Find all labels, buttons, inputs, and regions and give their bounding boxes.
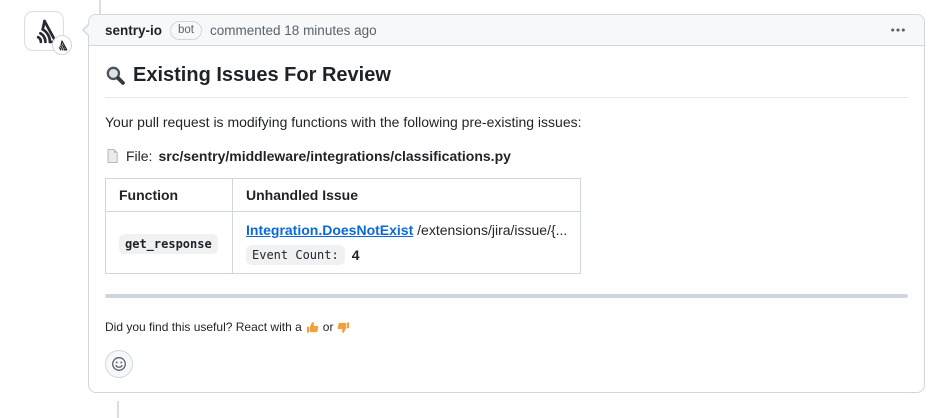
comment-timestamp[interactable]: commented 18 minutes ago: [210, 23, 377, 38]
sentry-logo-mini-icon: [56, 40, 68, 51]
comment-header: sentry-io bot commented 18 minutes ago: [89, 15, 924, 46]
divider: [105, 294, 908, 298]
search-icon: [105, 65, 126, 86]
timeline-line-top: [99, 0, 101, 14]
function-cell: get_response: [106, 212, 233, 274]
issue-path: /extensions/jira/issue/{...: [417, 222, 567, 238]
file-icon: [105, 148, 120, 164]
column-header-function: Function: [106, 179, 233, 212]
issue-line: Integration.DoesNotExist /extensions/jir…: [246, 220, 567, 240]
section-title-text: Existing Issues For Review: [133, 64, 391, 87]
file-label: File:: [126, 148, 152, 164]
issue-link[interactable]: Integration.DoesNotExist: [246, 222, 413, 238]
smiley-icon: [111, 356, 127, 372]
timeline-line-bottom: [117, 401, 119, 418]
table-header-row: Function Unhandled Issue: [106, 179, 581, 212]
event-count-label: Event Count:: [246, 245, 345, 265]
file-line: File: src/sentry/middleware/integrations…: [105, 148, 908, 164]
section-title: Existing Issues For Review: [105, 62, 908, 98]
author-login[interactable]: sentry-io: [105, 23, 162, 38]
kebab-menu-button[interactable]: [888, 20, 908, 40]
column-header-issue: Unhandled Issue: [233, 179, 581, 212]
table-row: get_response Integration.DoesNotExist /e…: [106, 212, 581, 274]
footer-question: Did you find this useful? React with a: [105, 320, 302, 334]
footer-or: or: [323, 320, 334, 334]
kebab-icon: [890, 22, 906, 38]
issues-table: Function Unhandled Issue get_response In…: [105, 178, 581, 274]
function-name: get_response: [119, 234, 218, 254]
comment-body: Existing Issues For Review Your pull req…: [89, 46, 924, 392]
thumbs-down-icon: [337, 321, 350, 334]
event-count-line: Event Count: 4: [246, 245, 567, 265]
add-reaction-button[interactable]: [105, 350, 133, 378]
event-count-value: 4: [352, 247, 360, 263]
file-path: src/sentry/middleware/integrations/class…: [158, 148, 510, 164]
avatar[interactable]: [24, 11, 64, 51]
avatar-badge: [52, 35, 72, 55]
comment-card: sentry-io bot commented 18 minutes ago E…: [88, 14, 925, 393]
thumbs-up-icon: [306, 321, 319, 334]
footer-text: Did you find this useful? React with a o…: [105, 320, 908, 334]
bot-badge: bot: [170, 21, 202, 40]
intro-text: Your pull request is modifying functions…: [105, 112, 908, 132]
issue-cell: Integration.DoesNotExist /extensions/jir…: [233, 212, 581, 274]
